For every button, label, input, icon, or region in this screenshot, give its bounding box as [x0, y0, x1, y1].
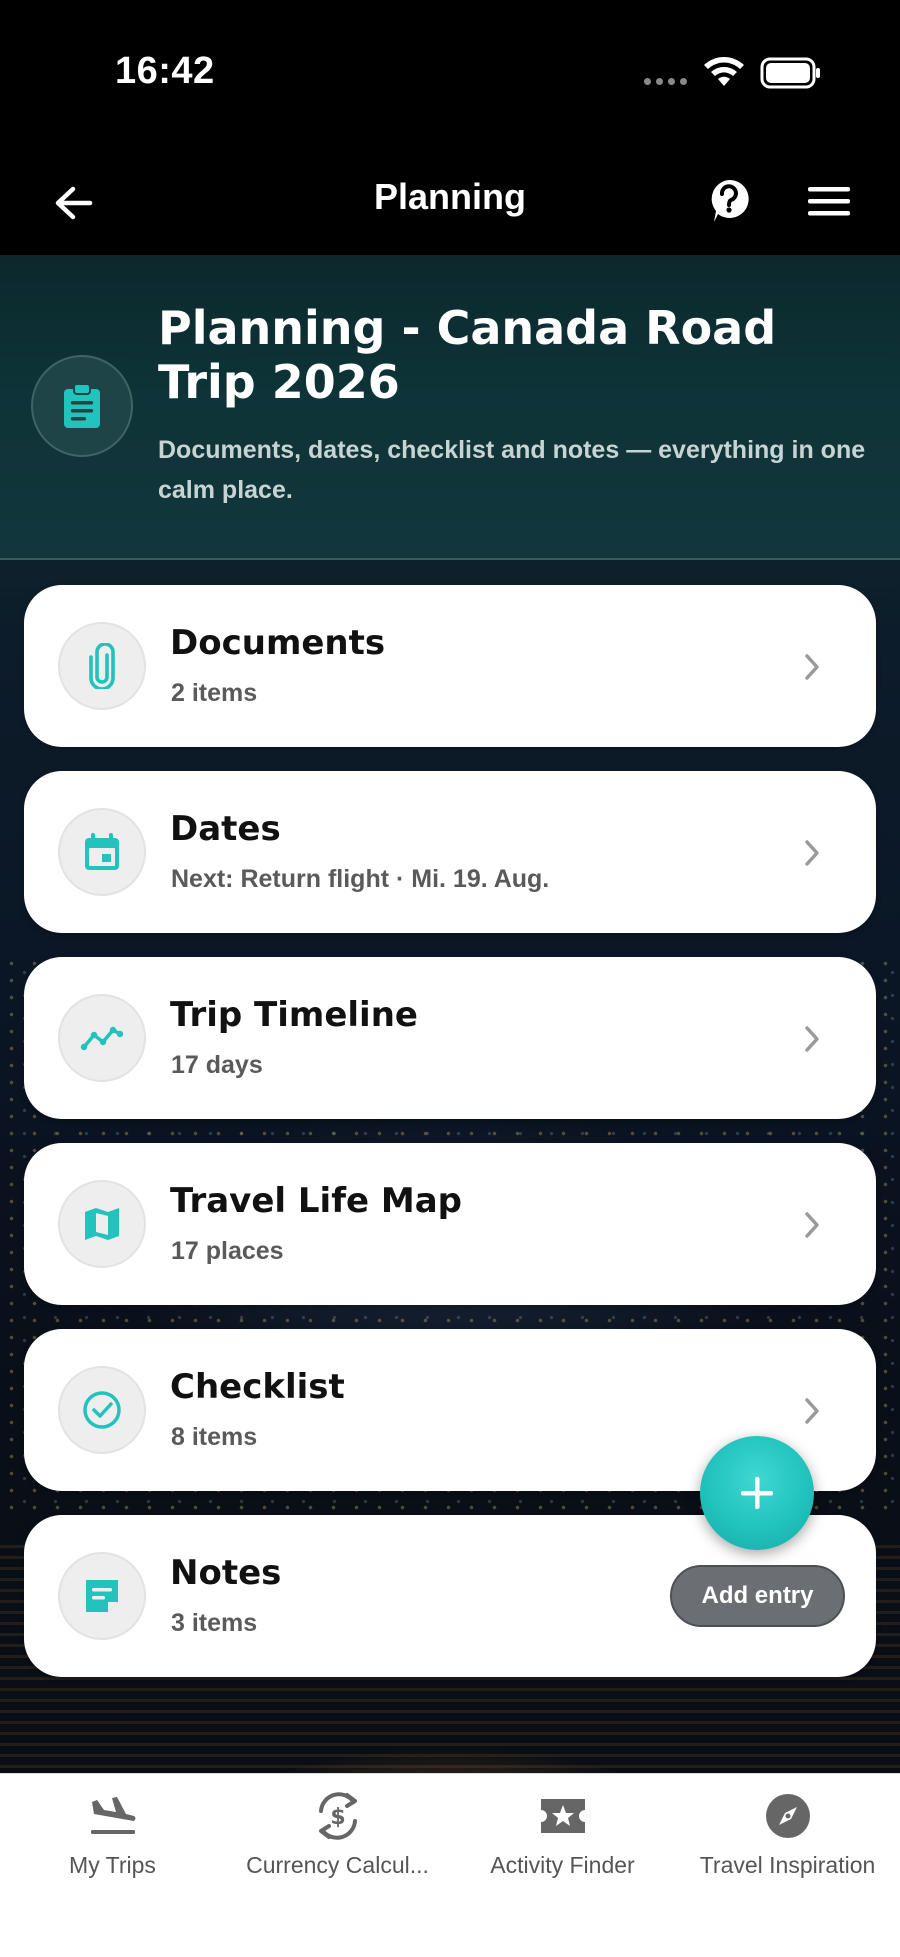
tab-label: Travel Inspiration — [699, 1852, 876, 1878]
plus-icon — [741, 1477, 773, 1509]
clipboard-icon — [31, 355, 133, 457]
planning-header: Planning - Canada Road Trip 2026 Documen… — [0, 255, 900, 560]
documents-card[interactable]: Documents 2 items — [24, 585, 876, 747]
travel-life-map-card[interactable]: Travel Life Map 17 places — [24, 1143, 876, 1305]
trip-timeline-card[interactable]: Trip Timeline 17 days — [24, 957, 876, 1119]
help-button[interactable] — [700, 172, 758, 230]
note-icon — [58, 1552, 146, 1640]
battery-icon — [760, 57, 820, 89]
trip-title: Planning - Canada Road Trip 2026 — [158, 301, 777, 409]
add-entry-label[interactable]: Add entry — [670, 1565, 845, 1627]
tab-currency-calculator[interactable]: $ Currency Calcul... — [225, 1788, 450, 1898]
card-subtitle: 17 days — [171, 1051, 263, 1079]
add-entry-button[interactable] — [700, 1436, 814, 1550]
signal-icon — [644, 78, 687, 85]
card-title: Travel Life Map — [170, 1181, 463, 1221]
card-title: Notes — [170, 1553, 282, 1593]
card-subtitle: 17 places — [171, 1237, 284, 1265]
page-title: Planning — [374, 176, 526, 217]
currency-exchange-icon: $ — [310, 1788, 366, 1844]
timeline-icon — [58, 994, 146, 1082]
star-ticket-icon — [535, 1788, 591, 1844]
card-subtitle: 8 items — [171, 1423, 258, 1451]
calendar-icon — [58, 808, 146, 896]
dates-card[interactable]: Dates Next: Return flight · Mi. 19. Aug. — [24, 771, 876, 933]
chevron-right-icon — [794, 1391, 830, 1431]
paperclip-icon — [58, 622, 146, 710]
help-icon — [711, 179, 749, 222]
svg-text:$: $ — [330, 1805, 345, 1830]
bottom-tab-bar: My Trips $ Currency Calcul... Activity F… — [0, 1773, 900, 1957]
card-title: Dates — [170, 809, 281, 849]
card-title: Documents — [170, 623, 386, 663]
card-subtitle: 2 items — [171, 679, 258, 707]
status-bar: 16:42 — [0, 0, 900, 150]
tab-travel-inspiration[interactable]: Travel Inspiration — [675, 1788, 900, 1898]
menu-button[interactable] — [800, 172, 858, 230]
plane-landing-icon — [85, 1788, 141, 1844]
compass-icon — [760, 1788, 816, 1844]
tab-label: Activity Finder — [490, 1852, 635, 1878]
tab-my-trips[interactable]: My Trips — [0, 1788, 225, 1898]
check-circle-icon — [58, 1366, 146, 1454]
hamburger-menu-icon — [808, 187, 850, 216]
trip-subtitle: Documents, dates, checklist and notes — … — [158, 436, 866, 504]
chevron-right-icon — [794, 833, 830, 873]
card-subtitle: 3 items — [171, 1609, 258, 1637]
card-title: Checklist — [170, 1367, 345, 1407]
chevron-right-icon — [794, 1205, 830, 1245]
card-title: Trip Timeline — [170, 995, 418, 1035]
map-icon — [58, 1180, 146, 1268]
tab-label: My Trips — [69, 1852, 156, 1878]
status-time: 16:42 — [115, 50, 215, 92]
wifi-icon — [704, 57, 744, 86]
card-subtitle: Next: Return flight · Mi. 19. Aug. — [171, 865, 550, 893]
tab-label: Currency Calcul... — [246, 1852, 429, 1878]
tab-activity-finder[interactable]: Activity Finder — [450, 1788, 675, 1898]
navigation-bar: Planning — [0, 150, 900, 255]
chevron-right-icon — [794, 1019, 830, 1059]
chevron-right-icon — [794, 647, 830, 687]
